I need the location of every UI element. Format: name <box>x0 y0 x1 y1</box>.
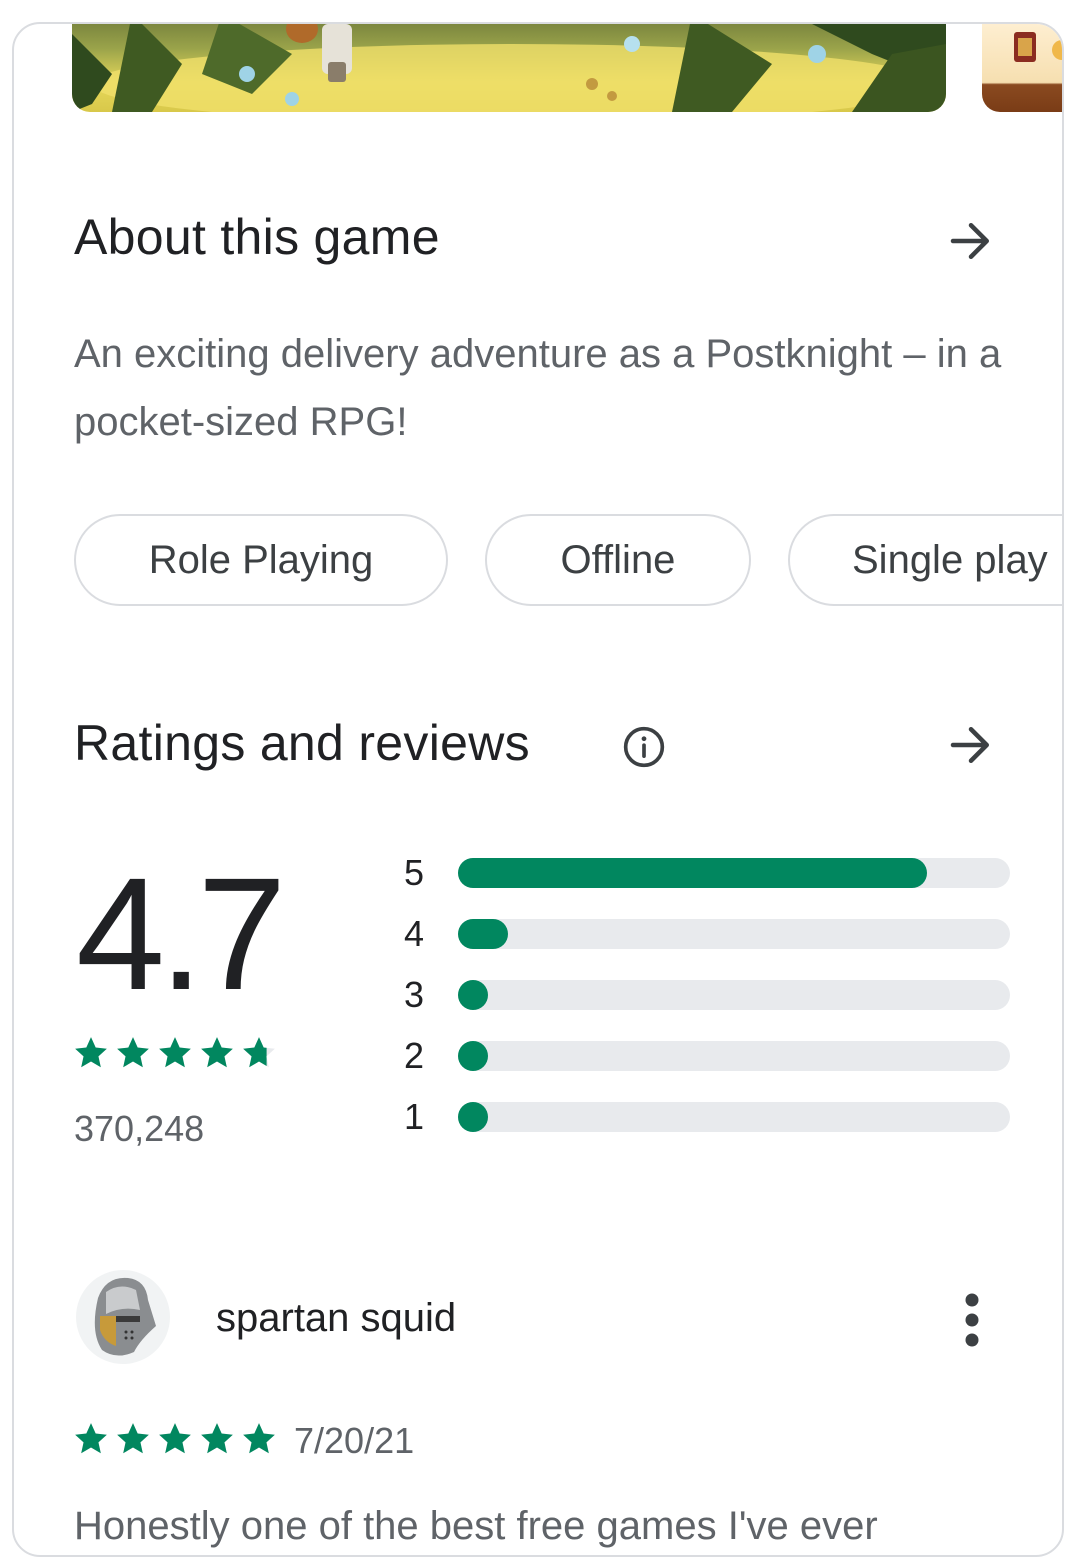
screenshot-carousel[interactable] <box>14 24 1062 134</box>
star-icon <box>159 1423 191 1454</box>
about-description: An exciting delivery adventure as a Post… <box>74 332 1002 444</box>
star-icon <box>201 1423 233 1454</box>
rating-bar-fill <box>458 919 508 949</box>
arrow-right-icon[interactable] <box>944 214 998 268</box>
screenshot-2[interactable] <box>982 24 1062 112</box>
rating-bar-row: 5 <box>394 852 1014 893</box>
rating-bar-row: 2 <box>394 1035 1014 1076</box>
rating-bar-row: 3 <box>394 974 1014 1015</box>
star-icon <box>117 1037 149 1068</box>
star-icon <box>243 1037 275 1068</box>
rating-bar-track <box>458 1102 1010 1132</box>
star-icon <box>117 1423 149 1454</box>
rating-bar-label: 1 <box>403 1096 425 1137</box>
rating-bar-track <box>458 980 1010 1010</box>
rating-bar-label: 5 <box>403 852 425 893</box>
more-vert-icon[interactable] <box>954 1290 990 1350</box>
chip-single-player[interactable]: Single play <box>788 514 1062 606</box>
info-icon[interactable] <box>622 725 666 769</box>
rating-bar-label: 3 <box>403 974 425 1015</box>
review-stars <box>72 1420 278 1458</box>
chip-role-playing[interactable]: Role Playing <box>74 514 448 606</box>
average-stars <box>72 1034 278 1072</box>
rating-bar-label: 4 <box>403 913 425 954</box>
rating-bar-fill <box>458 858 928 888</box>
rating-count: 370,248 <box>74 1108 205 1149</box>
screenshot-1[interactable] <box>72 24 946 112</box>
rating-bar-fill <box>458 1041 488 1071</box>
tag-chips: Role Playing Offline Single play <box>74 514 1062 610</box>
ratings-header[interactable]: Ratings and reviews <box>74 714 530 772</box>
rating-bar-track <box>458 919 1010 949</box>
average-rating: 4.7 <box>76 844 286 1023</box>
star-icon <box>159 1037 191 1068</box>
review-author: spartan squid <box>216 1296 457 1340</box>
rating-bar-fill <box>458 1102 488 1132</box>
star-icon <box>75 1037 107 1068</box>
rating-bar-fill <box>458 980 488 1010</box>
about-header[interactable]: About this game <box>74 208 440 266</box>
ratings-title: Ratings and reviews <box>74 715 530 771</box>
star-icon <box>75 1423 107 1454</box>
app-details-card: About this game An exciting delivery adv… <box>12 22 1064 1557</box>
star-icon <box>201 1037 233 1068</box>
rating-bar-track <box>458 1041 1010 1071</box>
rating-bar-row: 1 <box>394 1096 1014 1137</box>
review-text: Honestly one of the best free games I've… <box>74 1504 878 1548</box>
avatar <box>76 1270 170 1364</box>
review-date: 7/20/21 <box>294 1420 415 1461</box>
arrow-right-icon[interactable] <box>944 718 998 772</box>
about-title: About this game <box>74 209 440 265</box>
rating-bar-track <box>458 858 1010 888</box>
rating-bar-label: 2 <box>403 1035 425 1076</box>
chip-offline[interactable]: Offline <box>485 514 751 606</box>
rating-bar-row: 4 <box>394 913 1014 954</box>
star-icon <box>243 1423 275 1454</box>
